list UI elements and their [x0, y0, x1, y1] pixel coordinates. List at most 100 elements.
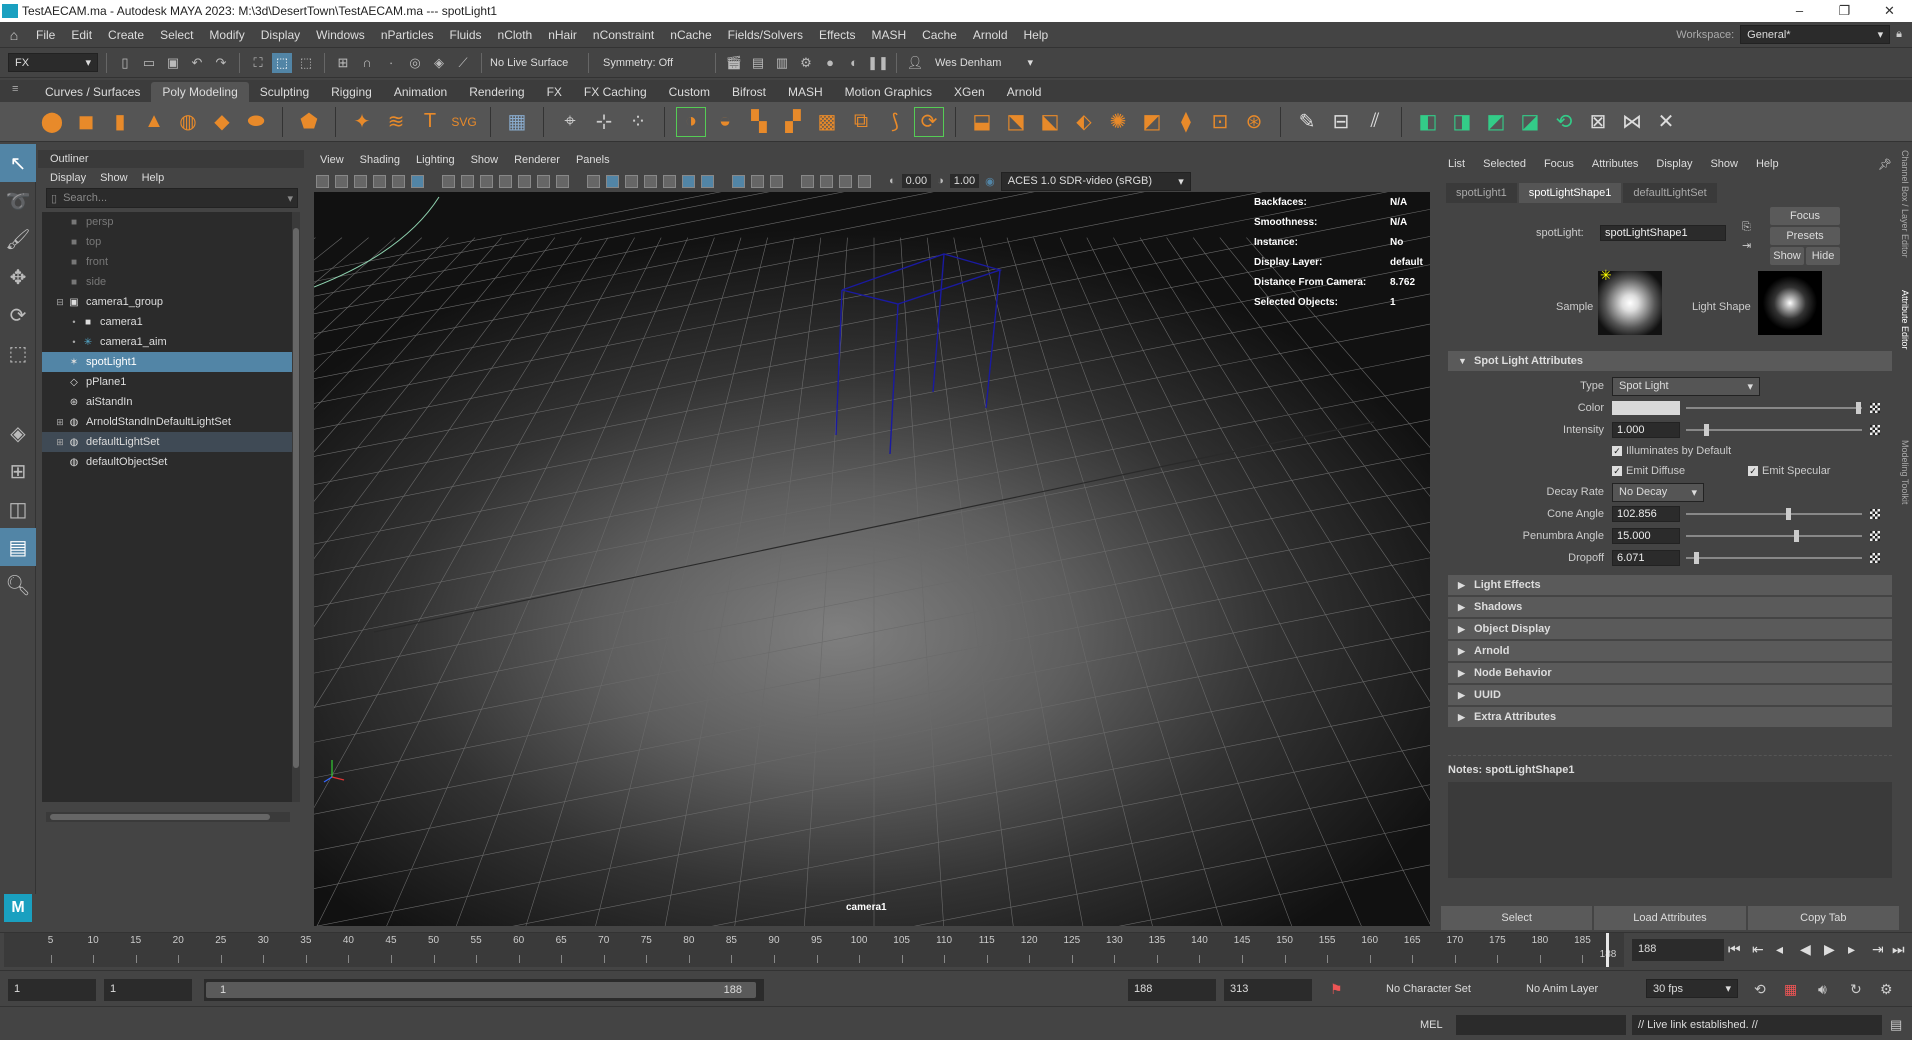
current-frame-field[interactable]: 188: [1632, 939, 1724, 961]
settings-icon[interactable]: ⚙: [1880, 981, 1893, 998]
menu-effects[interactable]: Effects: [811, 28, 863, 42]
paint-select-tool-icon[interactable]: 🖌︎: [0, 220, 36, 258]
extract-icon[interactable]: ▚: [745, 108, 773, 136]
torus-icon[interactable]: ◍: [174, 108, 202, 136]
go-to-end-icon[interactable]: ⏭: [1892, 941, 1905, 958]
outliner-item[interactable]: ✶ spotLight1: [42, 352, 300, 372]
cone-icon[interactable]: ▲: [140, 108, 168, 136]
exposure-icon[interactable]: ◐: [889, 175, 896, 187]
gamma-field[interactable]: 1.00: [949, 174, 980, 188]
outliner-item[interactable]: ◇ pPlane1: [42, 372, 300, 392]
field-chart-icon[interactable]: [518, 174, 531, 188]
circularize-icon[interactable]: ⊛: [1240, 108, 1268, 136]
wedge-icon[interactable]: ◩: [1138, 108, 1166, 136]
menu-ncache[interactable]: nCache: [662, 28, 719, 42]
safe-action-icon[interactable]: [537, 174, 550, 188]
step-forward-frame-icon[interactable]: ▸: [1848, 941, 1855, 958]
shelf-tab-fx-caching[interactable]: FX Caching: [573, 82, 658, 102]
emit-diffuse-checkbox[interactable]: ✓: [1612, 466, 1622, 476]
ae-tab-defaultlightset[interactable]: defaultLightSet: [1623, 183, 1717, 203]
outliner-menu-show[interactable]: Show: [100, 172, 128, 184]
dropoff-field[interactable]: 6.071: [1612, 550, 1680, 566]
script-editor-icon[interactable]: ▤: [1890, 1017, 1902, 1033]
load-attributes-button[interactable]: Load Attributes: [1594, 906, 1746, 930]
snap-point-icon[interactable]: ∙: [381, 53, 401, 73]
map-color-button[interactable]: [1870, 403, 1880, 413]
platonic-icon[interactable]: ⬟: [295, 108, 323, 136]
pause-icon[interactable]: ❚❚: [867, 53, 889, 73]
viewport-menu-show[interactable]: Show: [471, 154, 499, 166]
anim-start-field[interactable]: 1: [104, 979, 192, 1001]
command-input[interactable]: [1456, 1015, 1626, 1035]
outliner-vscrollbar[interactable]: [292, 212, 300, 802]
illuminates-checkbox[interactable]: ✓: [1612, 446, 1622, 456]
close-icon[interactable]: ✕: [1867, 3, 1912, 19]
motion-blur-icon[interactable]: [751, 174, 764, 188]
two-view-icon[interactable]: ◫: [0, 490, 36, 528]
gamma-icon[interactable]: ◑: [937, 175, 944, 187]
ae-menu-selected[interactable]: Selected: [1483, 158, 1526, 171]
xray-joints-icon[interactable]: [839, 174, 852, 188]
xray-icon[interactable]: [820, 174, 833, 188]
auto-key-icon[interactable]: ⚑: [1330, 981, 1343, 998]
menu-nconstraint[interactable]: nConstraint: [585, 28, 662, 42]
ae-tab-spotlightshape1[interactable]: spotLightShape1: [1518, 183, 1622, 203]
shelf-tab-rigging[interactable]: Rigging: [320, 82, 383, 102]
user-dropdown[interactable]: Wes Denham ▾: [929, 54, 1039, 71]
single-view-icon[interactable]: ◈: [0, 414, 36, 452]
menu-file[interactable]: File: [28, 28, 63, 42]
symmetry-dropdown[interactable]: Symmetry: Off: [597, 54, 707, 71]
snap-view-icon[interactable]: ◎: [405, 53, 425, 73]
ae-menu-help[interactable]: Help: [1756, 158, 1779, 171]
sculpt-icon[interactable]: ◨: [1448, 108, 1476, 136]
move-tool-icon[interactable]: ✥: [0, 258, 36, 296]
textured-icon[interactable]: [663, 174, 676, 188]
shadows-icon[interactable]: [701, 174, 714, 188]
super-shape-icon[interactable]: ✦: [348, 108, 376, 136]
shelf-tab-xgen[interactable]: XGen: [943, 82, 996, 102]
disc-icon[interactable]: ⬬: [242, 108, 270, 136]
snap-grid-icon[interactable]: ⊞: [333, 53, 353, 73]
gate-mask-icon[interactable]: [499, 174, 512, 188]
range-bar[interactable]: 1 188: [204, 979, 764, 1001]
bevel-icon[interactable]: ⬔: [1002, 108, 1030, 136]
ae-menu-attributes[interactable]: Attributes: [1592, 158, 1638, 171]
shelf-tab-fx[interactable]: FX: [536, 82, 573, 102]
menu-set-dropdown[interactable]: FX ▾: [8, 53, 98, 72]
view-transform-dropdown[interactable]: ACES 1.0 SDR-video (sRGB) ▾: [1000, 171, 1191, 191]
3d-viewport[interactable]: Backfaces: N/A Smoothness: N/A Instance: No Di…: [314, 192, 1430, 926]
viewport-menu-view[interactable]: View: [320, 154, 344, 166]
new-scene-icon[interactable]: ▯: [115, 53, 135, 73]
menu-edit[interactable]: Edit: [63, 28, 100, 42]
merge-icon[interactable]: ⧫: [1172, 108, 1200, 136]
menu-fields-solvers[interactable]: Fields/Solvers: [720, 28, 811, 42]
smooth-shade-icon[interactable]: [606, 174, 619, 188]
emit-specular-checkbox[interactable]: ✓: [1748, 466, 1758, 476]
wireframe-on-shaded-icon[interactable]: [644, 174, 657, 188]
step-back-key-icon[interactable]: ⇤: [1752, 941, 1764, 958]
ipr-render-icon[interactable]: ▥: [772, 53, 792, 73]
outliner-layout-icon[interactable]: ▤: [0, 528, 36, 566]
bisect-icon[interactable]: ✕: [1652, 108, 1680, 136]
plane-icon[interactable]: ◆: [208, 108, 236, 136]
combine-icon[interactable]: ◑: [676, 106, 706, 137]
menu-ncloth[interactable]: nCloth: [490, 28, 541, 42]
outliner-item[interactable]: • ■ camera1: [42, 312, 300, 332]
smooth-mesh-icon[interactable]: ◪: [1516, 108, 1544, 136]
ae-tab-spotlight1[interactable]: spotLight1: [1446, 183, 1517, 203]
four-view-icon[interactable]: ⊞: [0, 452, 36, 490]
restore-icon[interactable]: ❐: [1822, 3, 1867, 19]
transfer-icon[interactable]: ⟲: [1550, 108, 1578, 136]
bookmark-icon[interactable]: [354, 174, 367, 188]
minimize-icon[interactable]: –: [1777, 3, 1822, 19]
svg-icon[interactable]: SVG: [450, 108, 478, 136]
2d-pan-icon[interactable]: [392, 174, 405, 188]
script-language-label[interactable]: MEL: [1420, 1019, 1443, 1031]
penumbra-angle-field[interactable]: 15.000: [1612, 528, 1680, 544]
select-hierarchy-icon[interactable]: ⛶: [248, 53, 268, 73]
play-forwards-icon[interactable]: ▶: [1824, 941, 1835, 958]
shelf-tab-rendering[interactable]: Rendering: [458, 82, 535, 102]
menu-arnold[interactable]: Arnold: [965, 28, 1016, 42]
side-tab-channel-box-layer-editor[interactable]: Channel Box / Layer Editor: [1900, 150, 1910, 258]
shelf-tab-arnold[interactable]: Arnold: [996, 82, 1053, 102]
